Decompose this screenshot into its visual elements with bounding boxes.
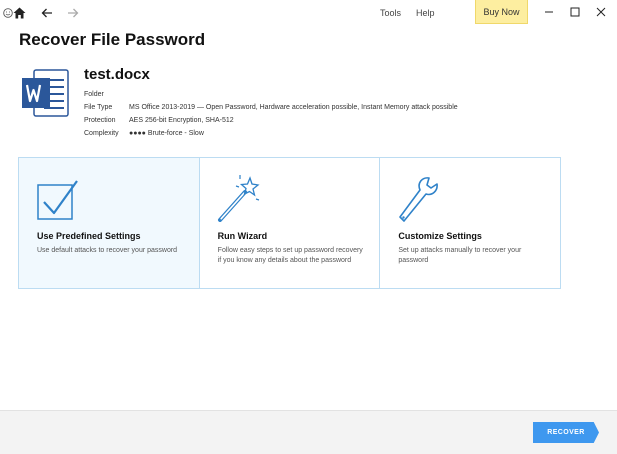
property-key: File Type [84,104,113,111]
property-value: AES 256-bit Encryption, SHA-512 [129,117,234,124]
bottom-bar: RECOVER [0,410,617,454]
wrench-icon [396,172,440,222]
complexity-row: Complexity ●●●● Brute-force - Slow [84,127,458,140]
option-title: Use Predefined Settings [37,231,141,241]
option-title: Run Wizard [217,231,268,241]
property-value: ●●●● Brute-force - Slow [129,130,204,137]
tools-menu[interactable]: Tools [380,0,401,26]
checkbox-checked-icon [35,172,79,222]
option-title: Customize Settings [398,231,482,241]
option-customize-settings[interactable]: Customize Settings Set up attacks manual… [380,158,560,288]
folder-label: Folder [84,91,104,98]
file-properties: Folder File Type MS Office 2013-2019 — O… [84,88,458,140]
property-key: Complexity [84,130,119,137]
page-title: Recover File Password [19,30,206,49]
minimize-icon[interactable] [536,0,562,24]
option-run-wizard[interactable]: Run Wizard Follow easy steps to set up p… [200,158,381,288]
option-description: Use default attacks to recover your pass… [37,247,178,254]
folder-row: Folder [84,88,458,101]
back-arrow-icon[interactable] [36,0,58,26]
recovery-options: Use Predefined Settings Use default atta… [18,157,561,289]
home-icon[interactable] [8,0,30,26]
forward-arrow-icon[interactable] [62,0,84,26]
property-value: MS Office 2013-2019 — Open Password, Har… [129,104,458,111]
option-predefined-settings[interactable]: Use Predefined Settings Use default atta… [19,158,200,288]
maximize-icon[interactable] [562,0,588,24]
title-bar: Tools Help Buy Now [0,0,617,26]
option-description: Set up attacks manually to recover your … [398,247,522,264]
help-menu[interactable]: Help [416,0,435,26]
protection-row: Protection AES 256-bit Encryption, SHA-5… [84,114,458,127]
recover-button[interactable]: RECOVER [533,422,599,443]
property-key: Protection [84,117,116,124]
word-document-icon [20,68,70,118]
option-description: Follow easy steps to set up password rec… [217,247,363,264]
magic-wand-icon [216,172,260,222]
file-name: test.docx [84,66,150,83]
file-type-row: File Type MS Office 2013-2019 — Open Pas… [84,101,458,114]
buy-now-button[interactable]: Buy Now [475,0,528,24]
close-icon[interactable] [588,0,614,24]
